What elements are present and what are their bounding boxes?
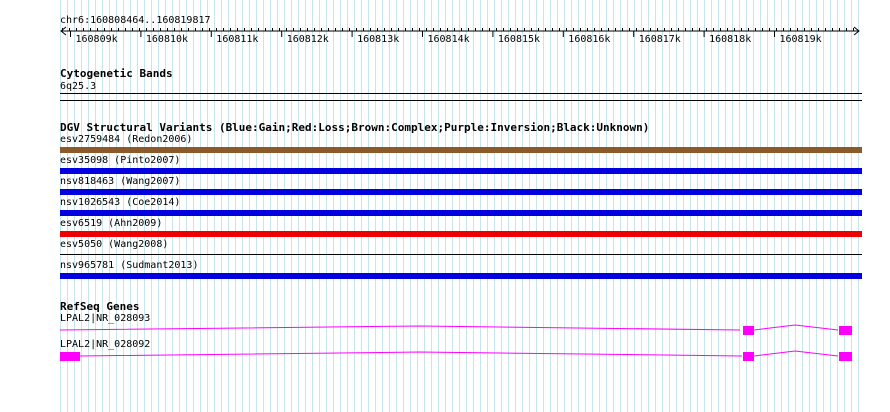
exon-block[interactable] [60, 352, 80, 361]
intron-line[interactable] [753, 324, 839, 331]
refseq-gene-models [59, 324, 852, 361]
exon-block[interactable] [743, 352, 754, 361]
genome-browser-tracks: chr6:160808464..160819817 160809k 160810k… [0, 0, 890, 412]
exon-block[interactable] [839, 326, 852, 335]
intron-line[interactable] [753, 350, 839, 357]
intron-line[interactable] [79, 351, 743, 357]
intron-line[interactable] [59, 325, 741, 331]
exon-block[interactable] [839, 352, 852, 361]
exon-block[interactable] [743, 326, 754, 335]
